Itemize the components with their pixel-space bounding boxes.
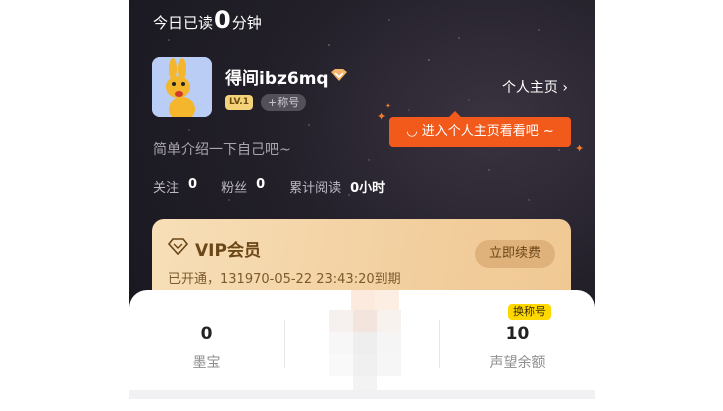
level-badge: LV.1	[225, 95, 253, 110]
total-reading-label: 累计阅读	[289, 181, 342, 196]
renew-button[interactable]: 立即续费	[475, 240, 555, 268]
profile-screen: 今日已读 0 分钟 得间ibz6mq LV.1 +称号 个人主页 › ✦ ✦ ✦…	[129, 0, 595, 411]
ink-treasure-cell[interactable]: 0 墨宝	[129, 290, 284, 390]
smile-icon: ◡	[406, 124, 418, 139]
profile-tooltip[interactable]: ◡ 进入个人主页看看吧 ~	[389, 111, 571, 147]
avatar[interactable]	[152, 57, 212, 117]
sparkle-icon: ✦	[377, 110, 387, 123]
add-title-badge[interactable]: +称号	[261, 94, 307, 111]
read-prefix: 今日已读	[153, 14, 214, 32]
profile-home-link[interactable]: 个人主页 ›	[502, 77, 568, 97]
sparkle-icon: ✦	[575, 142, 585, 155]
vip-title: VIP会员	[195, 241, 261, 261]
username: 得间ibz6mq	[225, 69, 329, 89]
following-label[interactable]: 关注	[153, 177, 179, 196]
ink-treasure-value: 0	[200, 324, 213, 344]
today-reading: 今日已读 0 分钟	[153, 6, 262, 34]
swap-title-badge[interactable]: 换称号	[508, 304, 551, 320]
followers-value[interactable]: 0	[256, 177, 265, 196]
vip-expiry: 已开通，131970-05-22 23:43:20到期	[168, 272, 401, 287]
following-value[interactable]: 0	[188, 177, 197, 196]
read-unit: 分钟	[231, 14, 262, 32]
total-reading-value: 0小时	[350, 181, 386, 196]
ink-treasure-label: 墨宝	[192, 355, 221, 371]
chevron-right-icon: ›	[562, 80, 568, 96]
kangaroo-avatar-icon	[152, 57, 212, 117]
profile-link-label: 个人主页	[501, 80, 558, 96]
sparkle-icon: ✦	[385, 102, 391, 110]
verified-v-icon	[331, 69, 347, 81]
bio-text[interactable]: 简单介绍一下自己吧~	[153, 139, 291, 159]
read-value: 0	[214, 6, 231, 34]
tooltip-text: 进入个人主页看看吧 ~	[421, 124, 554, 139]
vip-diamond-icon	[168, 238, 188, 255]
reputation-label: 声望余额	[489, 355, 546, 371]
next-section-card	[129, 399, 595, 411]
reputation-value: 10	[505, 324, 530, 344]
followers-label[interactable]: 粉丝	[221, 177, 247, 196]
stats-row: 关注 0 粉丝 0 累计阅读 0小时	[153, 177, 409, 196]
